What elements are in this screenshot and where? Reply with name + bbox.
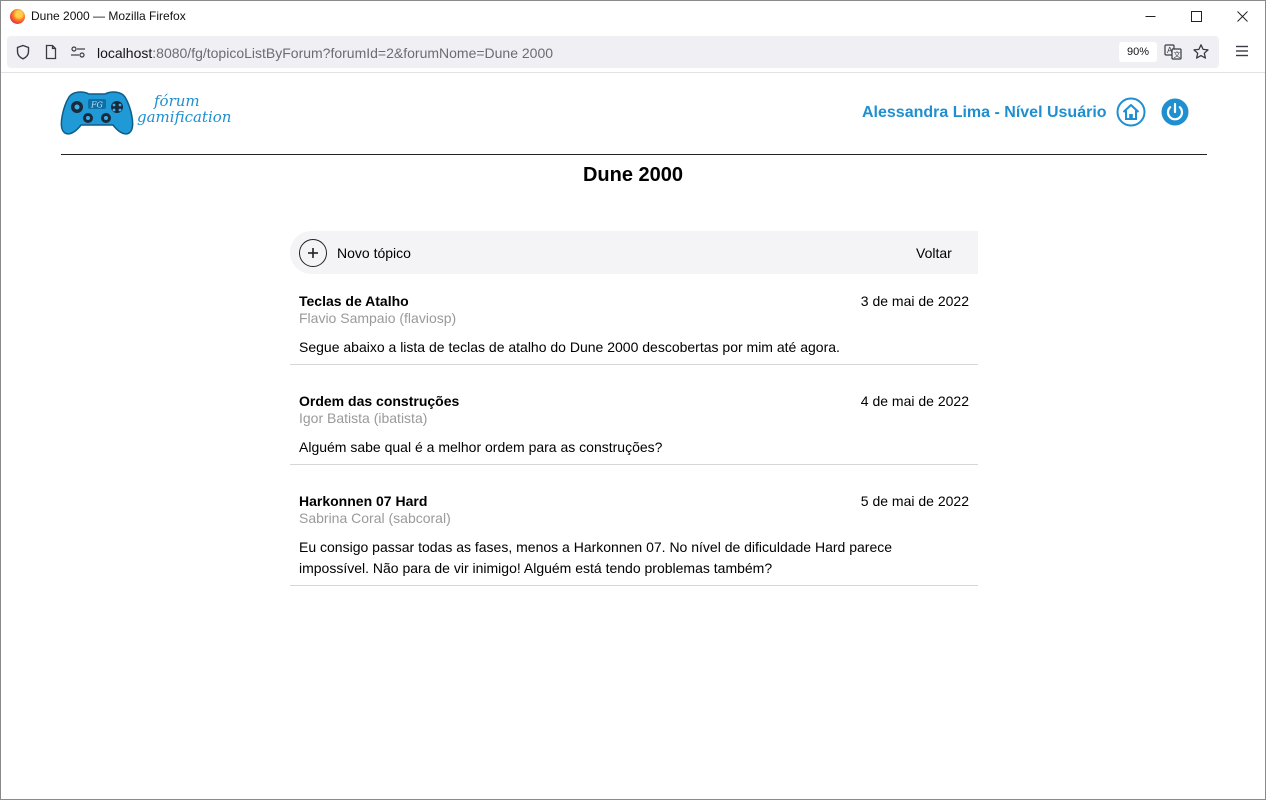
- minimize-button[interactable]: [1127, 1, 1173, 32]
- minimize-icon: [1145, 16, 1155, 17]
- browser-window: Dune 2000 — Mozilla Firefox localhost:80…: [0, 0, 1266, 800]
- svg-text:文: 文: [1174, 50, 1181, 59]
- home-icon[interactable]: [1116, 97, 1146, 127]
- page-title: Dune 2000: [582, 164, 684, 186]
- new-topic-label[interactable]: Novo tópico: [337, 245, 411, 261]
- topic-body: Eu consigo passar todas as fases, menos …: [299, 539, 893, 576]
- topic-title[interactable]: Teclas de Atalho: [299, 293, 409, 309]
- page-content: FG fórum gamification Alessandra Lima - …: [1, 73, 1265, 799]
- translate-icon[interactable]: A文: [1164, 43, 1182, 61]
- window-title: Dune 2000 — Mozilla Firefox: [31, 9, 186, 23]
- logo-line-2: gamification: [137, 108, 232, 126]
- plus-icon: [308, 248, 318, 258]
- topic-item[interactable]: Ordem das construções 4 de mai de 2022 I…: [290, 393, 978, 465]
- topic-author: Igor Batista (ibatista): [299, 410, 428, 426]
- star-icon[interactable]: [1192, 43, 1210, 61]
- firefox-logo-icon: [10, 9, 25, 24]
- topic-item[interactable]: Harkonnen 07 Hard 5 de mai de 2022 Sabri…: [290, 493, 978, 586]
- gamepad-logo-icon: FG: [60, 91, 134, 135]
- topic-author: Sabrina Coral (sabcoral): [299, 510, 451, 526]
- url-host: localhost: [97, 45, 153, 61]
- hamburger-menu-icon[interactable]: [1233, 42, 1251, 60]
- power-icon[interactable]: [1160, 97, 1190, 127]
- permissions-icon[interactable]: [69, 43, 87, 61]
- topic-date: 3 de mai de 2022: [860, 293, 969, 309]
- close-window-button[interactable]: [1219, 1, 1265, 32]
- page-icon[interactable]: [42, 43, 60, 61]
- logo-line-1: fórum: [154, 92, 200, 110]
- header-divider: [61, 154, 1207, 155]
- logo-text: fórum gamification: [137, 93, 231, 125]
- topic-date: 4 de mai de 2022: [860, 393, 969, 409]
- shield-icon[interactable]: [14, 43, 32, 61]
- navigation-bar: localhost:8080/fg/topicoListByForum?foru…: [1, 32, 1265, 73]
- title-bar: Dune 2000 — Mozilla Firefox: [1, 1, 1265, 32]
- forum-logo[interactable]: FG fórum gamification: [59, 87, 231, 137]
- topic-author: Flavio Sampaio (flaviosp): [299, 310, 457, 326]
- topic-date: 5 de mai de 2022: [860, 493, 969, 509]
- close-icon: [1236, 11, 1248, 22]
- maximize-icon: [1190, 11, 1202, 22]
- maximize-button[interactable]: [1173, 1, 1219, 32]
- user-name-label[interactable]: Alessandra Lima - Nível Usuário: [862, 104, 1107, 122]
- topic-toolbar: Novo tópico Voltar: [290, 231, 978, 274]
- topic-item[interactable]: Teclas de Atalho 3 de mai de 2022 Flavio…: [290, 293, 978, 365]
- url-bar[interactable]: localhost:8080/fg/topicoListByForum?foru…: [7, 36, 1219, 68]
- logo-badge-text: FG: [90, 101, 104, 110]
- topic-title[interactable]: Ordem das construções: [299, 393, 459, 409]
- topic-title[interactable]: Harkonnen 07 Hard: [299, 493, 427, 509]
- topic-body: Segue abaixo a lista de teclas de atalho…: [299, 339, 840, 355]
- back-link[interactable]: Voltar: [916, 245, 952, 261]
- new-topic-button[interactable]: [299, 239, 327, 267]
- topic-body: Alguém sabe qual é a melhor ordem para a…: [299, 439, 663, 455]
- url-text[interactable]: localhost:8080/fg/topicoListByForum?foru…: [97, 45, 553, 61]
- zoom-level-badge[interactable]: 90%: [1119, 42, 1157, 62]
- url-path: :8080/fg/topicoListByForum?forumId=2&for…: [152, 45, 554, 61]
